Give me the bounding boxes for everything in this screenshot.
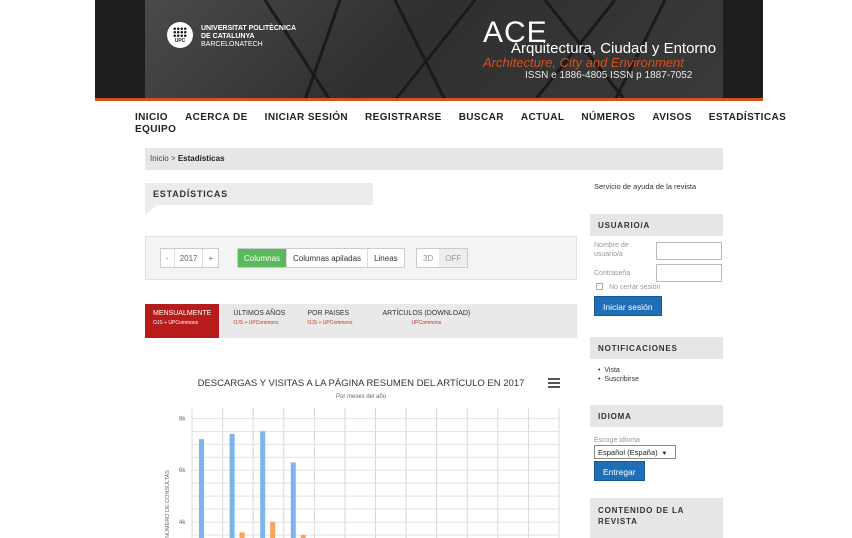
journal-content-title-line-1: CONTENIDO DE LA	[598, 506, 685, 515]
logo-dots-icon	[173, 27, 187, 37]
username-label-line-2: usuario/a	[594, 251, 623, 258]
university-line-3: BARCELONATECH	[201, 41, 263, 48]
notif-item-vista-label: Vista	[604, 367, 620, 374]
breadcrumb-separator: >	[170, 154, 176, 163]
chart-type-lineas[interactable]: Lineas	[368, 249, 404, 267]
nav-item-avisos[interactable]: AVISOS	[652, 112, 691, 123]
notifications-list: • Vista • Suscribirse	[598, 366, 639, 384]
tab-por-paises[interactable]: POR PAISES OJS + UPCommons	[293, 304, 360, 338]
y-tick-label: 6k	[179, 468, 186, 474]
language-select-value: Español (España)	[598, 448, 658, 457]
chart-bar	[270, 522, 276, 538]
banner-image: UPC UNIVERSITAT POLITÈCNICA DE CATALUNYA…	[145, 0, 723, 100]
page-title-tab-corner	[145, 205, 157, 215]
toggle-3d-label: 3D	[423, 254, 434, 263]
year-next-button[interactable]: +	[203, 249, 218, 267]
upc-logo[interactable]: UPC	[167, 22, 193, 48]
username-label-line-1: Nombre de	[594, 242, 629, 249]
language-select[interactable]: Español (España) ▼	[594, 445, 676, 459]
university-line-1: UNIVERSITAT POLITÈCNICA	[201, 25, 297, 32]
notif-item-suscribirse-label: Suscribirse	[604, 376, 639, 383]
nav-row-2: EQUIPO	[135, 124, 725, 135]
chart-controls: - 2017 + Columnas Columnas apiladas Line…	[145, 236, 577, 280]
nav-item-inicio[interactable]: INICIO	[135, 112, 168, 123]
chart-type-columnas[interactable]: Columnas	[238, 249, 288, 267]
nav-item-iniciar-sesion[interactable]: INICIAR SESIÓN	[265, 112, 348, 123]
chart-bar	[239, 532, 245, 538]
nav-row: INICIO ACERCA DE INICIAR SESIÓN REGISTRA…	[135, 112, 786, 123]
password-label: Contraseña	[594, 270, 631, 277]
username-label: Nombre de usuario/a	[594, 241, 629, 259]
main-nav: INICIO ACERCA DE INICIAR SESIÓN REGISTRA…	[135, 112, 786, 135]
stats-tabs: MENSUALMENTE OJS + UPCommons ÚLTIMOS AÑO…	[145, 304, 577, 338]
year-selector: - 2017 +	[160, 248, 220, 268]
nav-item-acerca-de[interactable]: ACERCA DE	[185, 112, 248, 123]
language-block-title: IDIOMA	[590, 405, 723, 427]
tab-label: ARTÍCULOS (DOWNLOAD)	[382, 310, 471, 317]
journal-name-en: Architecture, City and Environment	[483, 55, 684, 70]
year-prev-button[interactable]: -	[161, 249, 175, 267]
tab-ultimos-anos[interactable]: ÚLTIMOS AÑOS OJS + UPCommons	[219, 304, 293, 338]
nav-item-numeros[interactable]: NÚMEROS	[581, 112, 635, 123]
header-banner: UPC UNIVERSITAT POLITÈCNICA DE CATALUNYA…	[0, 0, 852, 101]
year-value: 2017	[175, 249, 204, 267]
chart-bar	[199, 439, 204, 538]
toggle-3d[interactable]: 3D OFF	[416, 248, 469, 268]
banner-right-edge	[723, 0, 763, 100]
user-block-title: USUARIO/A	[590, 214, 723, 236]
remember-label: No cerrar sesión	[609, 284, 661, 291]
chart-type-columnas-apiladas[interactable]: Columnas apiladas	[287, 249, 369, 267]
y-axis-label: NÚMERO DE CONSULTAS	[164, 470, 171, 538]
nav-item-buscar[interactable]: BUSCAR	[459, 112, 504, 123]
username-input[interactable]	[656, 242, 722, 260]
toggle-3d-value: OFF	[439, 249, 468, 267]
login-button[interactable]: Iniciar sesión	[594, 296, 662, 316]
university-name: UNIVERSITAT POLITÈCNICA DE CATALUNYA BAR…	[201, 25, 296, 49]
chevron-down-icon: ▼	[659, 451, 668, 457]
chart-bar	[260, 431, 266, 538]
help-link[interactable]: Servicio de ayuda de la revista	[594, 182, 696, 191]
chart-bar	[229, 433, 235, 538]
chart-plot: 8k 6k 4k NÚMERO DE CONSULTAS	[164, 408, 560, 538]
breadcrumb: Inicio > Estadísticas	[145, 148, 723, 170]
y-tick-label: 8k	[179, 416, 186, 422]
y-tick-label: 4k	[179, 520, 186, 526]
breadcrumb-current: Estadísticas	[177, 154, 225, 163]
nav-item-actual[interactable]: ACTUAL	[521, 112, 565, 123]
language-label: Escoge idioma	[594, 437, 640, 444]
tab-label: ÚLTIMOS AÑOS	[233, 310, 286, 317]
issn-text: ISSN e 1886-4805 ISSN p 1887-7052	[525, 70, 693, 81]
chart-container: DESCARGAS Y VISITAS A LA PÁGINA RESUMEN …	[145, 338, 577, 538]
journal-content-title-line-2: REVISTA	[598, 517, 638, 526]
nav-item-equipo[interactable]: EQUIPO	[135, 124, 176, 135]
journal-content-block-title: CONTENIDO DE LA REVISTA	[590, 498, 723, 538]
chart-type-selector: Columnas Columnas apiladas Lineas	[237, 248, 405, 268]
nav-item-registrarse[interactable]: REGISTRARSE	[365, 112, 442, 123]
tab-sublabel: OJS + UPCommons	[307, 320, 353, 326]
tab-sublabel: OJS + UPCommons	[153, 320, 199, 326]
password-input[interactable]	[656, 264, 722, 282]
language-submit-button[interactable]: Entregar	[594, 461, 645, 481]
remember-checkbox[interactable]	[596, 283, 603, 290]
notif-item-vista[interactable]: • Vista	[598, 366, 639, 375]
header-accent-bar	[95, 98, 763, 101]
tab-label: MENSUALMENTE	[153, 310, 212, 317]
page-title: ESTADÍSTICAS	[145, 183, 373, 205]
tab-mensualmente[interactable]: MENSUALMENTE OJS + UPCommons	[145, 304, 220, 338]
breadcrumb-home[interactable]: Inicio	[150, 154, 169, 163]
university-line-2: DE CATALUNYA	[201, 33, 255, 40]
chart-bar	[290, 462, 296, 538]
tab-sublabel: OJS + UPCommons	[233, 320, 279, 326]
logo-text: UPC	[174, 38, 186, 44]
notif-item-suscribirse[interactable]: • Suscribirse	[598, 375, 639, 384]
banner-left-edge	[95, 0, 145, 100]
tab-sublabel: UPCommons	[411, 320, 442, 326]
notifications-block-title: NOTIFICACIONES	[590, 337, 723, 359]
tab-label: POR PAISES	[307, 310, 350, 317]
tab-articulos-download[interactable]: ARTÍCULOS (DOWNLOAD) UPCommons	[361, 304, 479, 338]
nav-item-estadisticas[interactable]: ESTADÍSTICAS	[709, 112, 786, 123]
